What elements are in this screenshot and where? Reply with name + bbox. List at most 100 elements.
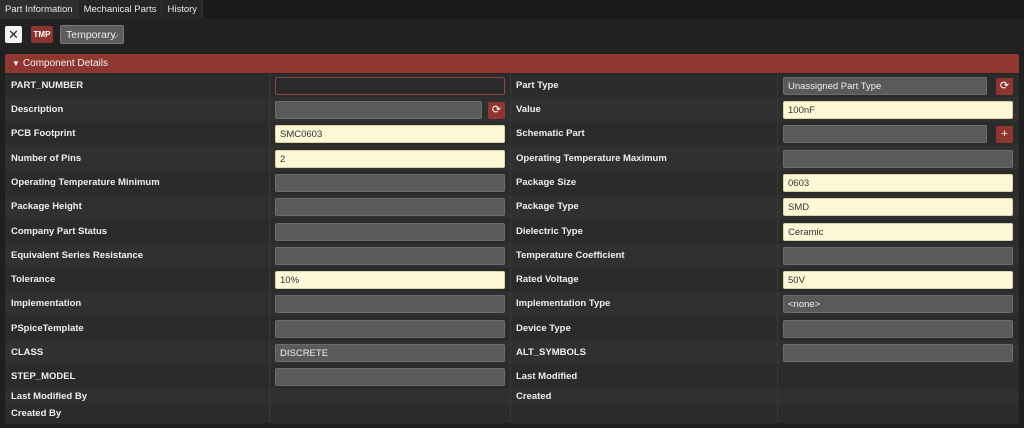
column-divider [777, 98, 778, 121]
field-input[interactable] [275, 295, 505, 313]
field-input[interactable] [783, 247, 1013, 265]
status-badge: TMP [31, 26, 53, 43]
detail-row: PSpiceTemplate Device Type [5, 316, 1019, 341]
detail-row: Implementation Implementation Type <none> [5, 292, 1019, 316]
column-divider [777, 341, 778, 364]
field-input[interactable] [783, 344, 1013, 362]
status-dropdown-value: Temporary [66, 29, 116, 41]
field-input[interactable]: 10% [275, 271, 505, 289]
field-input[interactable] [275, 247, 505, 265]
panel-header[interactable]: ▼ Component Details [5, 54, 1019, 73]
field-input[interactable] [275, 198, 505, 216]
field-label: Rated Voltage [516, 274, 579, 285]
field-input[interactable]: 100nF [783, 101, 1013, 119]
field-input[interactable] [275, 320, 505, 338]
field-input[interactable]: SMD [783, 198, 1013, 216]
column-divider [777, 292, 778, 315]
field-label: PSpiceTemplate [11, 323, 84, 334]
column-divider [269, 341, 270, 364]
tab-bar: Part Information Mechanical Parts Histor… [0, 0, 1024, 19]
tab-history[interactable]: History [162, 0, 204, 19]
field-input[interactable] [275, 77, 505, 95]
column-divider [269, 219, 270, 243]
column-divider [510, 171, 511, 194]
column-divider [777, 146, 778, 170]
column-divider [269, 405, 270, 422]
column-divider [269, 146, 270, 170]
field-label: Tolerance [11, 274, 56, 285]
field-label: Value [516, 104, 541, 115]
column-divider [510, 405, 511, 422]
field-input[interactable]: SMC0603 [275, 125, 505, 143]
detail-row: Operating Temperature Minimum Package Siz… [5, 171, 1019, 195]
field-label: Description [11, 104, 64, 115]
column-divider [510, 244, 511, 267]
field-label: Last Modified [516, 371, 578, 382]
column-divider [269, 365, 270, 388]
field-input[interactable] [783, 320, 1013, 338]
field-input[interactable] [275, 223, 505, 241]
column-divider [510, 146, 511, 170]
field-label: Implementation [11, 298, 82, 309]
column-divider [269, 316, 270, 340]
column-divider [269, 268, 270, 291]
field-label: Operating Temperature Minimum [11, 177, 160, 188]
detail-row: PART_NUMBER Part Type Unassigned Part Type… [5, 74, 1019, 98]
field-label: Temperature Coefficient [516, 250, 625, 261]
field-input[interactable]: 0603 [783, 174, 1013, 192]
close-button[interactable]: ✕ [5, 26, 22, 43]
field-input[interactable] [783, 150, 1013, 168]
plus-icon[interactable]: + [996, 126, 1013, 143]
field-input[interactable] [275, 101, 482, 119]
field-input[interactable]: <none> [783, 295, 1013, 313]
field-input[interactable] [275, 368, 505, 386]
field-label: Dielectric Type [516, 226, 583, 237]
field-input[interactable]: DISCRETE [275, 344, 505, 362]
field-label: STEP_MODEL [11, 371, 76, 382]
tab-mechanical-parts[interactable]: Mechanical Parts [78, 0, 163, 19]
field-label: Package Size [516, 177, 577, 188]
column-divider [777, 365, 778, 388]
column-divider [510, 122, 511, 145]
column-divider [510, 389, 511, 404]
detail-row: Company Part Status Dielectric Type Cerami… [5, 219, 1019, 244]
field-input[interactable] [783, 125, 987, 143]
field-label: Equivalent Series Resistance [11, 250, 144, 261]
field-label: Company Part Status [11, 226, 108, 237]
field-label: Number of Pins [11, 153, 82, 164]
detail-row: CLASS DISCRETE ALT_SYMBOLS [5, 341, 1019, 365]
field-label: Created [516, 391, 552, 402]
column-divider [510, 74, 511, 97]
field-label: CLASS [11, 347, 44, 358]
column-divider [269, 171, 270, 194]
detail-row: Last Modified By Created [5, 389, 1019, 405]
collapse-triangle-icon: ▼ [12, 59, 20, 68]
field-label: PART_NUMBER [11, 80, 84, 91]
status-dropdown[interactable]: Temporary ⌵ [60, 25, 124, 44]
field-input[interactable]: Ceramic [783, 223, 1013, 241]
column-divider [777, 405, 778, 422]
refresh-icon[interactable]: ⟳ [488, 102, 505, 119]
column-divider [269, 98, 270, 121]
detail-row: Equivalent Series Resistance Temperature … [5, 244, 1019, 268]
field-input[interactable]: 2 [275, 150, 505, 168]
field-label: Package Height [11, 201, 82, 212]
column-divider [777, 268, 778, 291]
field-label: Operating Temperature Maximum [516, 153, 667, 164]
column-divider [777, 122, 778, 145]
field-input[interactable]: 50V [783, 271, 1013, 289]
chevron-down-icon: ⌵ [112, 30, 119, 40]
column-divider [510, 195, 511, 218]
column-divider [269, 122, 270, 145]
field-input[interactable] [275, 174, 505, 192]
detail-row: PCB Footprint SMC0603 Schematic Part + [5, 122, 1019, 146]
refresh-icon[interactable]: ⟳ [996, 78, 1013, 95]
column-divider [777, 219, 778, 243]
detail-row: STEP_MODEL Last Modified [5, 365, 1019, 389]
tab-part-information[interactable]: Part Information [0, 0, 79, 19]
column-divider [777, 244, 778, 267]
field-input[interactable]: Unassigned Part Type [783, 77, 987, 95]
column-divider [510, 292, 511, 315]
column-divider [269, 389, 270, 404]
field-label: Device Type [516, 323, 571, 334]
